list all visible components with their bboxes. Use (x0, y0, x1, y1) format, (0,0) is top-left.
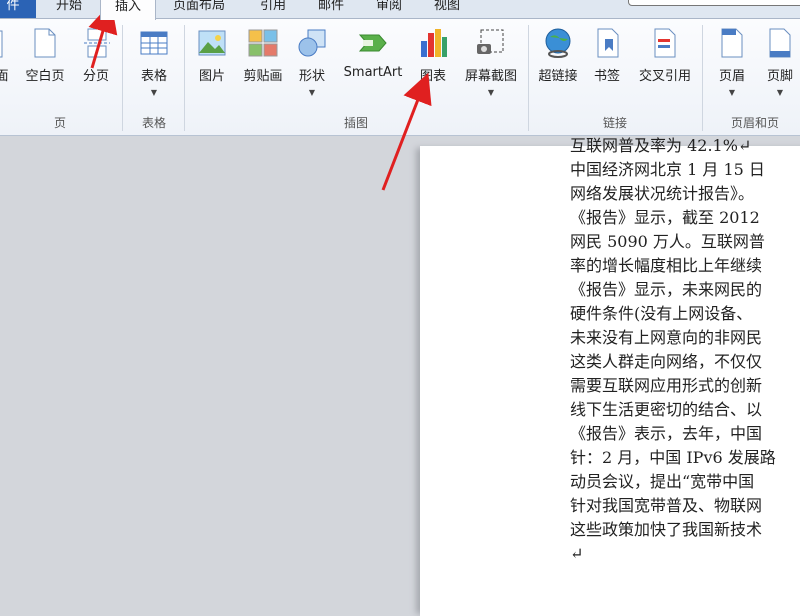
shapes-label: 形状 (298, 69, 325, 84)
insert-ribbon: 面 空白页 分页 页 表格 ▼ 表格 图片 剪贴画 形状 ▼ SmartArt … (0, 19, 800, 136)
page-break-button[interactable]: 分页 (76, 27, 116, 84)
cross-reference-label: 交叉引用 (638, 69, 691, 84)
cover-page-label: 面 (0, 69, 9, 84)
bookmark-label: 书签 (593, 69, 620, 84)
hyperlink-button[interactable]: 超链接 (534, 27, 582, 84)
cover-page-button[interactable]: 面 (0, 27, 12, 84)
footer-label: 页脚 (766, 69, 793, 84)
text-line: 动员会议，提出“宽带中国 (570, 472, 755, 491)
globe-link-icon (542, 27, 574, 59)
chevron-down-icon: ▼ (487, 88, 495, 97)
chevron-down-icon: ▼ (150, 88, 158, 97)
smartart-label: SmartArt (343, 65, 403, 80)
text-line: 互联网普及率为 42.1%↵ (570, 136, 752, 155)
page-break-label: 分页 (82, 69, 109, 84)
text-line: 这类人群走向网络，不仅仅 (570, 352, 763, 371)
tables-group-label: 表格 (141, 116, 166, 130)
separator (122, 25, 123, 131)
text-line: 需要互联网应用形式的创新 (570, 376, 763, 395)
tab-home[interactable]: 开始 (52, 0, 86, 18)
links-group-label: 链接 (602, 116, 627, 130)
bookmark-button[interactable]: 书签 (588, 27, 626, 84)
header-label: 页眉 (718, 69, 745, 84)
window-control-area (628, 0, 800, 6)
pages-group-label: 页 (53, 116, 66, 130)
blank-page-button[interactable]: 空白页 (18, 27, 72, 84)
screenshot-label: 屏幕截图 (464, 69, 517, 84)
picture-icon (196, 27, 228, 59)
footer-icon (764, 27, 796, 59)
text-line: 中国经济网北京 1 月 15 日 (570, 160, 765, 179)
header-button[interactable]: 页眉 ▼ (712, 27, 752, 97)
picture-button[interactable]: 图片 (194, 27, 230, 84)
text-line: 率的增长幅度相比上年继续 (570, 256, 763, 275)
chevron-down-icon: ▼ (776, 88, 784, 97)
smartart-icon (357, 27, 389, 59)
cross-reference-button[interactable]: 交叉引用 (632, 27, 698, 84)
clip-art-button[interactable]: 剪贴画 (238, 27, 288, 84)
chevron-down-icon: ▼ (308, 88, 316, 97)
text-line: 针：2 月，中国 IPv6 发展路 (570, 448, 776, 467)
header-footer-group-label: 页眉和页 (730, 116, 779, 130)
tab-mailings[interactable]: 邮件 (314, 0, 348, 18)
tab-view[interactable]: 视图 (430, 0, 464, 18)
picture-label: 图片 (198, 69, 225, 84)
text-line: 《报告》显示，截至 2012 (570, 208, 760, 227)
shapes-icon (296, 27, 328, 59)
clip-art-label: 剪贴画 (243, 69, 283, 84)
text-line: 未来没有上网意向的非网民 (570, 328, 763, 347)
chart-label: 图表 (419, 69, 446, 84)
blank-page-icon (29, 27, 61, 59)
chevron-down-icon: ▼ (728, 88, 736, 97)
smartart-button[interactable]: SmartArt (338, 27, 408, 80)
footer-button[interactable]: 页脚 ▼ (760, 27, 800, 97)
ribbon-tab-bar: 件 开始 插入 页面布局 引用 邮件 审阅 视图 (0, 0, 800, 20)
tab-file[interactable]: 件 (0, 0, 36, 18)
text-line: 网络发展状况统计报告》。 (570, 184, 755, 203)
cross-reference-icon (649, 27, 681, 59)
text-line: 线下生活更密切的结合、以 (570, 400, 763, 419)
chart-button[interactable]: 图表 (414, 27, 452, 84)
separator (528, 25, 529, 131)
table-label: 表格 (140, 69, 167, 84)
tab-insert[interactable]: 插入 (100, 0, 156, 20)
paragraph-mark: ↵ (570, 544, 584, 563)
illustrations-group-label: 插图 (343, 116, 368, 130)
screenshot-button[interactable]: 屏幕截图 ▼ (458, 27, 524, 97)
bar-chart-icon (417, 27, 449, 59)
shapes-button[interactable]: 形状 ▼ (294, 27, 330, 97)
text-line: 硬件条件(没有上网设备、 (570, 304, 753, 323)
header-icon (716, 27, 748, 59)
table-button[interactable]: 表格 ▼ (134, 27, 174, 97)
bookmark-icon (591, 27, 623, 59)
text-line: 《报告》表示，去年，中国 (570, 424, 763, 443)
text-line: 《报告》显示，未来网民的 (570, 280, 763, 299)
blank-page-label: 空白页 (25, 69, 65, 84)
tab-page-layout[interactable]: 页面布局 (168, 0, 230, 18)
tab-review[interactable]: 审阅 (372, 0, 406, 18)
screenshot-icon (475, 27, 507, 59)
tab-references[interactable]: 引用 (256, 0, 290, 18)
hyperlink-label: 超链接 (538, 69, 578, 84)
document-text[interactable]: 互联网普及率为 42.1%↵ 中国经济网北京 1 月 15 日 网络发展状况统计… (570, 134, 800, 566)
separator (184, 25, 185, 131)
page-break-icon (80, 27, 112, 59)
text-line: 针对我国宽带普及、物联网 (570, 496, 763, 515)
table-icon (138, 27, 170, 59)
separator (702, 25, 703, 131)
clip-art-icon (247, 27, 279, 59)
text-line: 这些政策加快了我国新技术 (570, 520, 763, 539)
text-line: 网民 5090 万人。互联网普 (570, 232, 765, 251)
